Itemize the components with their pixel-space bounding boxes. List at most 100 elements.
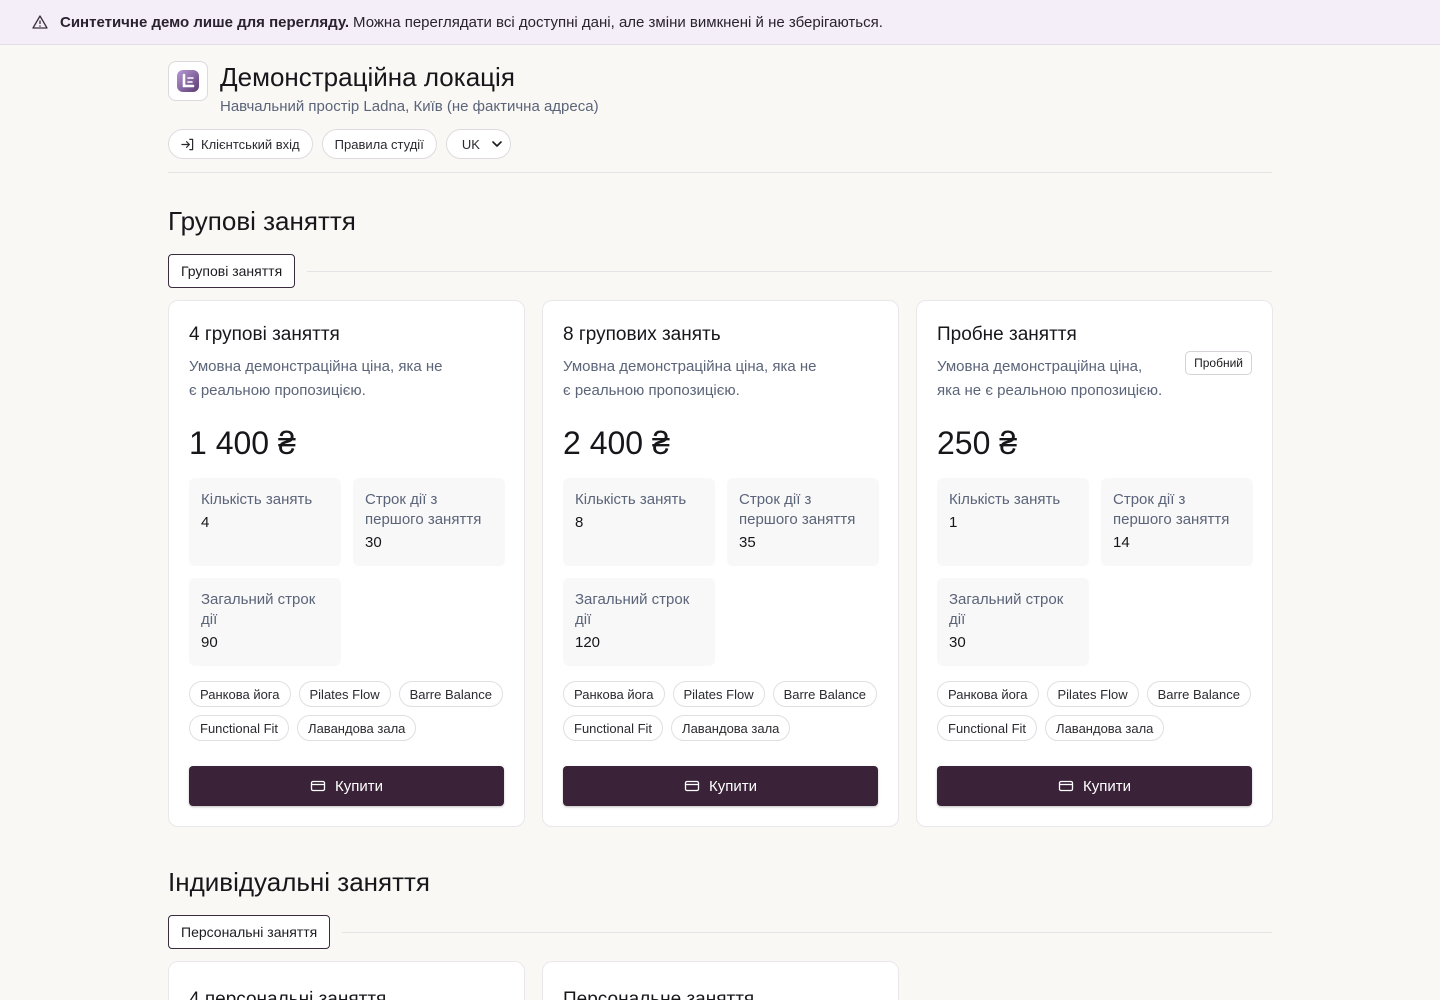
stat-value: 8 — [575, 514, 584, 531]
stat-term-first: Строк дії з першого заняття 14 — [1101, 478, 1253, 566]
pass-price: 250 ₴ — [937, 425, 1018, 461]
class-tag: Functional Fit — [563, 715, 664, 741]
location-address: Навчальний простір Ladna, Київ (не факти… — [220, 98, 599, 115]
banner-text: Можна переглядати всі доступні дані, але… — [353, 13, 883, 31]
buy-label: Купити — [335, 777, 383, 795]
stat-term-first: Строк дії з першого заняття 35 — [727, 478, 879, 566]
pass-price: 1 400 ₴ — [189, 425, 296, 461]
location-header: Демонстраційна локація Навчальний прості… — [168, 45, 1272, 115]
header-controls: Клієнтський вхід Правила студії UK — [168, 129, 1272, 159]
buy-button[interactable]: Купити — [937, 766, 1252, 806]
pass-title: Пробне заняття — [937, 324, 1077, 345]
stat-class-count: Кількість занять 4 — [189, 478, 341, 566]
demo-banner: Синтетичне демо лише для перегляду. Можн… — [0, 0, 1440, 45]
pass-price: 2 400 ₴ — [563, 425, 670, 461]
client-login-button[interactable]: Клієнтський вхід — [168, 129, 313, 159]
class-tag: Лавандова зала — [671, 715, 791, 741]
stat-label: Строк дії з першого заняття — [1113, 491, 1230, 528]
stat-label: Загальний строк дії — [201, 591, 316, 628]
stat-value: 35 — [739, 534, 756, 551]
group-cards: 4 групові заняття Умовна демонстраційна … — [168, 300, 1273, 827]
class-tag: Barre Balance — [398, 681, 503, 707]
language-select[interactable]: UK — [445, 129, 511, 159]
pass-title: 8 групових занять — [563, 324, 721, 345]
client-login-label: Клієнтський вхід — [201, 136, 300, 152]
stat-term-total: Загальний строк дії 90 — [189, 578, 341, 666]
class-tag: Лавандова зала — [297, 715, 417, 741]
page-title: Демонстраційна локація — [220, 62, 515, 92]
class-tags: Ранкова йога Pilates Flow Barre Balance … — [937, 681, 1252, 741]
pass-card: Пробне заняття Пробний Умовна демонстрац… — [916, 300, 1273, 827]
language-value: UK — [461, 136, 480, 152]
pass-title: Персональне заняття — [563, 989, 755, 1000]
trial-badge: Пробний — [1185, 351, 1252, 375]
buy-button[interactable]: Купити — [189, 766, 504, 806]
class-tag: Barre Balance — [1146, 681, 1251, 707]
stat-term-first: Строк дії з першого заняття 30 — [353, 478, 505, 566]
studio-rules-label: Правила студії — [334, 136, 424, 152]
credit-card-icon — [310, 778, 326, 794]
class-tag: Ранкова йога — [937, 681, 1039, 707]
class-tag: Pilates Flow — [1046, 681, 1139, 707]
class-tag: Ранкова йога — [563, 681, 665, 707]
buy-label: Купити — [1083, 777, 1131, 795]
class-tag: Лавандова зала — [1045, 715, 1165, 741]
class-tag: Pilates Flow — [672, 681, 765, 707]
stat-value: 120 — [575, 634, 601, 651]
studio-logo — [168, 61, 208, 101]
stat-label: Строк дії з першого заняття — [365, 491, 482, 528]
stat-label: Загальний строк дії — [575, 591, 690, 628]
stat-label: Кількість занять — [575, 491, 687, 508]
tab-group-classes[interactable]: Групові заняття — [168, 254, 296, 288]
pass-description: Умовна демонстраційна ціна, яка не є реа… — [937, 358, 1163, 399]
credit-card-icon — [684, 778, 700, 794]
class-tags: Ранкова йога Pilates Flow Barre Balance … — [189, 681, 504, 741]
credit-card-icon — [1058, 778, 1074, 794]
stat-value: 30 — [949, 634, 966, 651]
class-tag: Ранкова йога — [189, 681, 291, 707]
tab-personal-classes[interactable]: Персональні заняття — [168, 915, 331, 949]
pass-card: 8 групових занять Умовна демонстраційна … — [542, 300, 899, 827]
pass-title: 4 персональні заняття — [189, 989, 387, 1000]
pass-description: Умовна демонстраційна ціна, яка не є реа… — [563, 358, 817, 399]
class-tag: Pilates Flow — [298, 681, 391, 707]
stat-term-total: Загальний строк дії 30 — [937, 578, 1089, 666]
pass-stats: Кількість занять 1 Строк дії з першого з… — [937, 478, 1253, 666]
class-tag: Functional Fit — [189, 715, 290, 741]
stat-term-total: Загальний строк дії 120 — [563, 578, 715, 666]
warning-icon — [32, 14, 48, 30]
login-icon — [181, 138, 194, 151]
banner-bold-text: Синтетичне демо лише для перегляду. — [60, 13, 350, 31]
header-divider — [168, 172, 1272, 173]
stat-value: 14 — [1113, 534, 1130, 551]
stat-label: Кількість занять — [949, 491, 1061, 508]
individual-section-title: Індивідуальні заняття — [168, 867, 430, 897]
individual-cards: 4 персональні заняття Персональне занятт… — [168, 961, 1272, 1000]
class-tags: Ранкова йога Pilates Flow Barre Balance … — [563, 681, 878, 741]
stat-label: Кількість занять — [201, 491, 313, 508]
class-tag: Barre Balance — [772, 681, 877, 707]
class-tag: Functional Fit — [937, 715, 1038, 741]
pass-title: 4 групові заняття — [189, 324, 340, 345]
individual-tabs: Персональні заняття — [168, 915, 1272, 949]
tab-divider — [342, 931, 1272, 933]
stat-class-count: Кількість занять 8 — [563, 478, 715, 566]
pass-card: Персональне заняття — [542, 961, 899, 1000]
stat-label: Строк дії з першого заняття — [739, 491, 856, 528]
stat-value: 30 — [365, 534, 382, 551]
stat-class-count: Кількість занять 1 — [937, 478, 1089, 566]
buy-label: Купити — [709, 777, 757, 795]
pass-card: 4 персональні заняття — [168, 961, 525, 1000]
studio-rules-button[interactable]: Правила студії — [321, 129, 437, 159]
stat-value: 90 — [201, 634, 218, 651]
group-tabs: Групові заняття — [168, 254, 1272, 288]
chevron-down-icon — [492, 139, 502, 150]
group-section-title: Групові заняття — [168, 206, 356, 236]
pass-stats: Кількість занять 4 Строк дії з першого з… — [189, 478, 505, 666]
stat-label: Загальний строк дії — [949, 591, 1064, 628]
pass-card: 4 групові заняття Умовна демонстраційна … — [168, 300, 525, 827]
buy-button[interactable]: Купити — [563, 766, 878, 806]
pass-description: Умовна демонстраційна ціна, яка не є реа… — [189, 358, 443, 399]
pass-stats: Кількість занять 8 Строк дії з першого з… — [563, 478, 879, 666]
stat-value: 1 — [949, 514, 958, 531]
